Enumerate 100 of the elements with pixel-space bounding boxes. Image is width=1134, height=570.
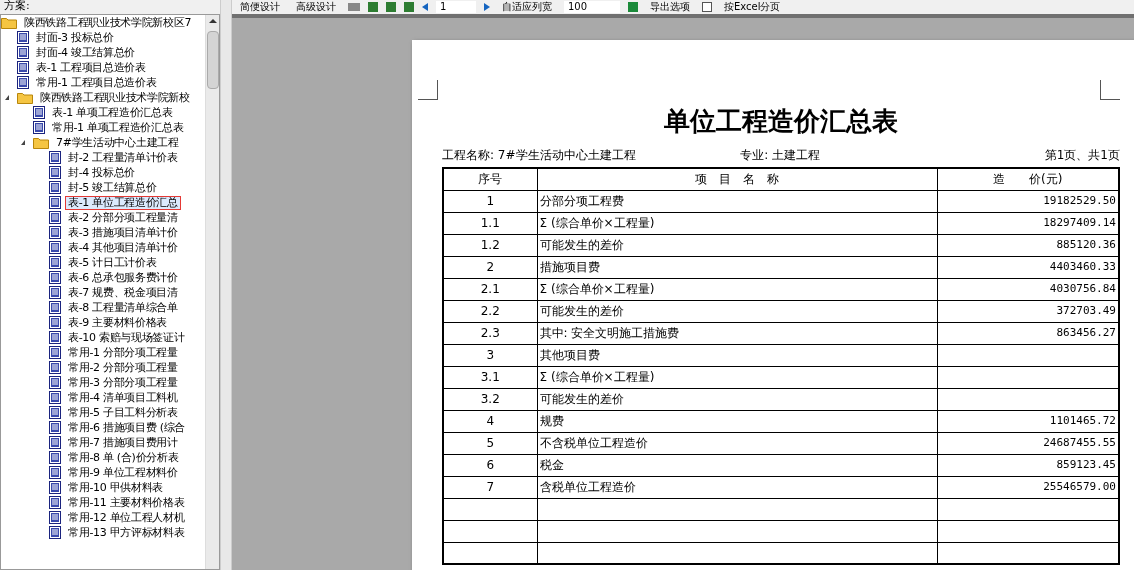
document-icon (17, 46, 29, 59)
document-icon (49, 211, 61, 224)
tree-item[interactable]: 表-1 单项工程造价汇总表 (49, 105, 176, 120)
tree-item[interactable]: 常用-1 分部分项工程量 (65, 345, 181, 360)
table-cell: 3.2 (443, 388, 537, 410)
folder-icon (1, 16, 17, 29)
table-cell: 其中: 安全文明施工措施费 (537, 322, 937, 344)
document-icon (17, 76, 29, 89)
tree-item[interactable]: 常用-12 单位工程人材机 (65, 510, 188, 525)
table-cell: 含税单位工程造价 (537, 476, 937, 498)
document-icon (49, 391, 61, 404)
scroll-up-icon[interactable] (208, 19, 217, 23)
document-icon (49, 301, 61, 314)
table-cell: 不含税单位工程造价 (537, 432, 937, 454)
document-icon (49, 421, 61, 434)
project-name: 工程名称: 7#学生活动中心土建工程 (442, 147, 636, 164)
expanded-triangle-icon[interactable] (21, 140, 25, 145)
tree-item[interactable]: 常用-3 分部分项工程量 (65, 375, 181, 390)
tree-item[interactable]: 常用-11 主要材料价格表 (65, 495, 188, 510)
document-icon (49, 526, 61, 539)
table-icon (702, 2, 712, 12)
tree-item[interactable]: 封-4 投标总价 (65, 165, 139, 180)
crop-mark-icon (418, 80, 438, 100)
expanded-triangle-icon[interactable] (5, 95, 9, 100)
excel-icon[interactable] (628, 2, 638, 12)
tree-item[interactable]: 陕西铁路工程职业技术学院新校 (37, 90, 193, 105)
tree-item[interactable]: 表-7 规费、税金项目清 (65, 285, 181, 300)
tree-item[interactable]: 封-5 竣工结算总价 (65, 180, 160, 195)
advanced-design-button[interactable]: 高级设计 (292, 1, 340, 13)
page-field[interactable]: 1 (436, 1, 476, 13)
table-cell: 4 (443, 410, 537, 432)
table-cell: 3.1 (443, 366, 537, 388)
tree-item[interactable]: 表-10 索赔与现场签证计 (65, 330, 188, 345)
document-icon (49, 451, 61, 464)
tree-item[interactable]: 封面-4 竣工结算总价 (33, 45, 139, 60)
tree-item[interactable]: 表-1 工程项目总造价表 (33, 60, 149, 75)
tree-item[interactable]: 表-3 措施项目清单计价 (65, 225, 181, 240)
print-icon[interactable] (348, 3, 360, 11)
table-cell: 2.2 (443, 300, 537, 322)
tree-item[interactable]: 表-8 工程量清单综合单 (65, 300, 181, 315)
document-icon (49, 361, 61, 374)
tree-item[interactable]: 陕西铁路工程职业技术学院新校区7 (21, 15, 195, 30)
simple-design-button[interactable]: 简便设计 (236, 1, 284, 13)
tree-item[interactable]: 常用-1 工程项目总造价表 (33, 75, 160, 90)
tree-item[interactable]: 表-1 单位工程造价汇总 (65, 195, 181, 210)
tree-item[interactable]: 封面-3 投标总价 (33, 30, 117, 45)
tree-item[interactable]: 常用-7 措施项目费用计 (65, 435, 181, 450)
page-info: 第1页、共1页 (1044, 147, 1120, 164)
tree-item[interactable]: 常用-9 单位工程材料价 (65, 465, 181, 480)
zoom-field[interactable]: 100 (564, 1, 620, 13)
document-icon (49, 436, 61, 449)
table-cell: 规费 (537, 410, 937, 432)
tree-item[interactable]: 常用-2 分部分项工程量 (65, 360, 181, 375)
document-icon (17, 61, 29, 74)
table-cell: Σ (综合单价×工程量) (537, 366, 937, 388)
tree-item[interactable]: 常用-1 单项工程造价汇总表 (49, 120, 187, 135)
tree-item[interactable]: 表-9 主要材料价格表 (65, 315, 171, 330)
tree-item[interactable]: 常用-4 清单项目工料机 (65, 390, 181, 405)
table-cell: 可能发生的差价 (537, 234, 937, 256)
document-icon (49, 256, 61, 269)
scheme-label: 方案: (3, 0, 31, 14)
document-icon (49, 241, 61, 254)
table-cell: 可能发生的差价 (537, 300, 937, 322)
document-icon (49, 481, 61, 494)
tree-item[interactable]: 表-4 其他项目清单计价 (65, 240, 181, 255)
scrollbar[interactable] (205, 15, 219, 569)
folder-icon (17, 91, 33, 104)
document-icon (49, 376, 61, 389)
document-icon (49, 331, 61, 344)
document-icon (49, 496, 61, 509)
table-cell: 1.2 (443, 234, 537, 256)
tree-item[interactable]: 表-6 总承包服务费计价 (65, 270, 181, 285)
table-cell: 1 (443, 190, 537, 212)
document-icon (49, 226, 61, 239)
tree-item[interactable]: 封-2 工程量清单计价表 (65, 150, 181, 165)
tree-item[interactable]: 常用-13 甲方评标材料表 (65, 525, 188, 540)
table-cell: 6 (443, 454, 537, 476)
tree-item[interactable]: 常用-10 甲供材料表 (65, 480, 167, 495)
tree-item[interactable]: 7#学生活动中心土建工程 (53, 135, 182, 150)
document-icon (49, 271, 61, 284)
table-cell: 3 (443, 344, 537, 366)
document-icon (49, 151, 61, 164)
document-icon (49, 181, 61, 194)
tree-item[interactable]: 表-5 计日工计价表 (65, 255, 160, 270)
table-cell: 1.1 (443, 212, 537, 234)
tree-item[interactable]: 常用-5 子目工料分析表 (65, 405, 181, 420)
scroll-thumb[interactable] (206, 31, 219, 89)
table-cell: 2 (443, 256, 537, 278)
document-icon (49, 346, 61, 359)
document-icon (49, 166, 61, 179)
document-icon (49, 511, 61, 524)
excel-paging-button[interactable]: 按Excel分页 (720, 1, 785, 13)
tree-item[interactable]: 常用-8 单 (合)价分析表 (65, 450, 182, 465)
table-cell: 其他项目费 (537, 344, 937, 366)
tree-item[interactable]: 常用-6 措施项目费 (综合 (65, 420, 189, 435)
export-options-button[interactable]: 导出选项 (646, 1, 694, 13)
document-icon (33, 121, 45, 134)
fit-width-button[interactable]: 自适应列宽 (498, 1, 556, 13)
table-cell: Σ (综合单价×工程量) (537, 212, 937, 234)
tree-item[interactable]: 表-2 分部分项工程量清 (65, 210, 181, 225)
